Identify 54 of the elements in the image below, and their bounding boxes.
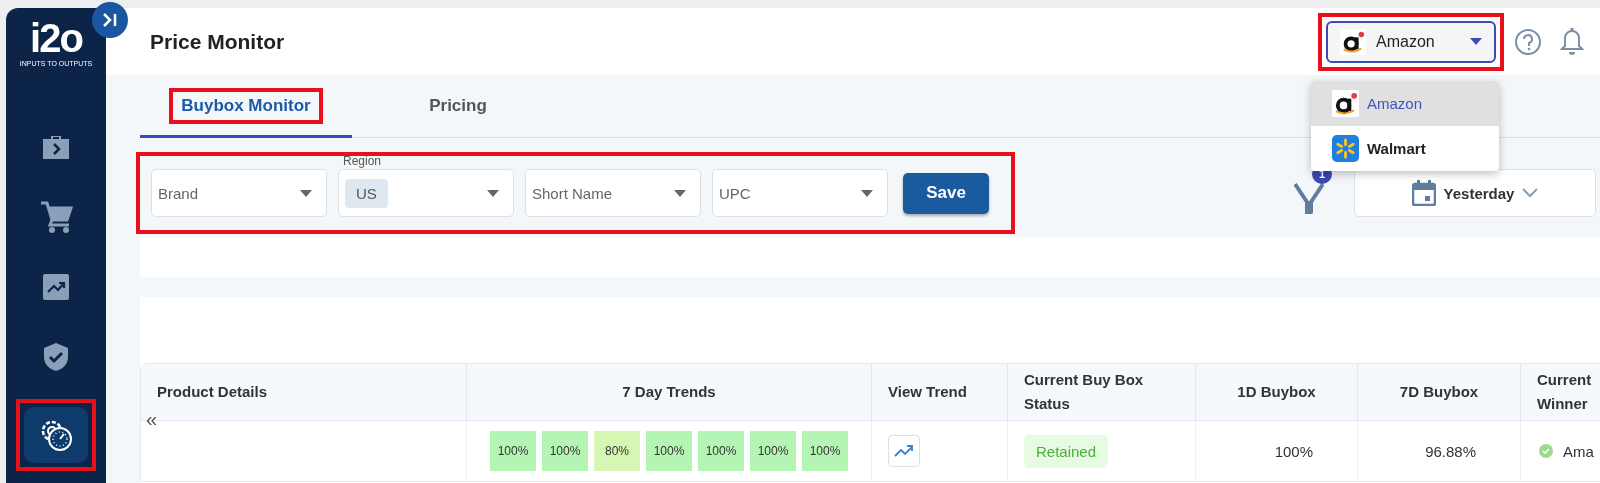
dropdown-caret-icon — [300, 189, 312, 197]
dropdown-field[interactable]: Short Name — [525, 169, 701, 217]
dropdown-field[interactable]: UPC — [712, 169, 888, 217]
check-circle-icon — [1539, 444, 1553, 458]
chevron-down-icon — [1522, 188, 1539, 198]
trend-chip: 100% — [542, 431, 588, 471]
help-icon[interactable] — [1514, 27, 1542, 56]
table-cell: Ama — [1563, 442, 1594, 460]
sidebar-item[interactable] — [24, 407, 88, 463]
logo-text: i2o — [30, 18, 82, 58]
tab[interactable]: Pricing — [352, 75, 564, 138]
calendar-icon — [1411, 180, 1436, 206]
dropdown-caret-icon — [674, 189, 686, 197]
dropdown-caret-icon — [1470, 38, 1482, 45]
trend-chip: 100% — [646, 431, 692, 471]
briefcase-icon — [41, 133, 71, 161]
column-header: 7 Day Trends — [467, 364, 872, 421]
tab[interactable]: Buybox Monitor — [140, 75, 352, 138]
view-trend-button[interactable] — [888, 435, 920, 467]
marketplace-select[interactable]: Amazon — [1326, 20, 1496, 63]
menu-item[interactable]: Walmart — [1311, 126, 1499, 171]
column-header: Current Buy Box Status — [1008, 364, 1196, 421]
field-label: Region — [342, 154, 383, 168]
bell-icon[interactable] — [1560, 27, 1584, 56]
column-header: 1D Buybox — [1196, 364, 1358, 421]
table-cell: 100% — [1274, 442, 1313, 460]
dropdown-field[interactable]: US — [338, 169, 514, 217]
amazon-logo-icon — [1340, 28, 1366, 55]
trend-chip: 100% — [490, 431, 536, 471]
page-title: Price Monitor — [150, 29, 286, 54]
dropdown-field[interactable]: Brand — [151, 169, 327, 217]
cart-icon — [39, 200, 73, 234]
table-cell: 96.88% — [1425, 442, 1476, 460]
amazon-logo-icon — [1332, 90, 1359, 117]
sidebar-toggle-button[interactable] — [92, 2, 128, 38]
save-button[interactable]: Save — [903, 172, 989, 214]
trend-chip: 100% — [698, 431, 744, 471]
dropdown-caret-icon — [487, 189, 499, 197]
column-header: 7D Buybox — [1358, 364, 1521, 421]
chart-icon — [43, 274, 69, 300]
trend-chip: 80% — [594, 431, 640, 471]
gear-stopwatch-icon — [39, 418, 73, 452]
column-header: Current Winner — [1521, 364, 1600, 421]
status-badge: Retained — [1024, 434, 1109, 468]
trend-line-icon — [894, 444, 914, 458]
menu-item[interactable]: Amazon — [1311, 81, 1499, 126]
column-header: View Trend — [872, 364, 1008, 421]
date-range-button[interactable]: Yesterday — [1354, 169, 1596, 217]
trend-chip: 100% — [750, 431, 796, 471]
walmart-logo-icon — [1332, 135, 1359, 162]
collapse-icon — [101, 12, 119, 28]
shield-icon — [43, 342, 69, 372]
trend-chip: 100% — [802, 431, 848, 471]
dropdown-caret-icon — [861, 189, 873, 197]
